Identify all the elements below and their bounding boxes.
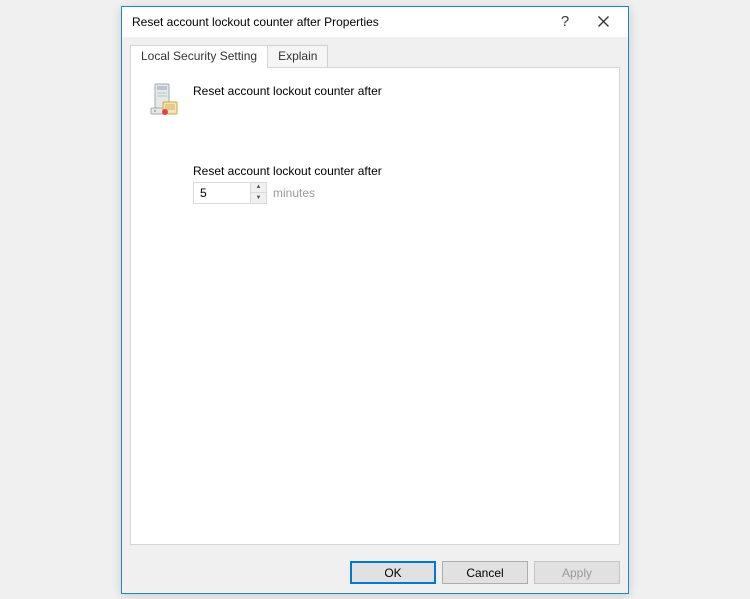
policy-name: Reset account lockout counter after	[193, 82, 382, 98]
spin-buttons: ▲ ▼	[250, 183, 266, 203]
apply-button: Apply	[534, 561, 620, 584]
setting-label: Reset account lockout counter after	[193, 164, 601, 178]
unit-label: minutes	[273, 186, 315, 200]
close-button[interactable]	[584, 8, 622, 36]
cancel-button[interactable]: Cancel	[442, 561, 528, 584]
tab-explain[interactable]: Explain	[268, 45, 328, 67]
tab-panel: Reset account lockout counter after Rese…	[130, 67, 620, 545]
spin-up-button[interactable]: ▲	[251, 183, 266, 194]
client-area: Local Security Setting Explain	[122, 37, 628, 553]
minutes-input[interactable]	[194, 183, 250, 203]
properties-dialog: Reset account lockout counter after Prop…	[121, 6, 629, 594]
minutes-spinner: ▲ ▼	[193, 182, 267, 204]
security-policy-icon	[149, 82, 181, 118]
titlebar: Reset account lockout counter after Prop…	[122, 7, 628, 37]
dialog-title: Reset account lockout counter after Prop…	[132, 15, 546, 29]
policy-header: Reset account lockout counter after	[149, 82, 601, 118]
tab-local-security-setting[interactable]: Local Security Setting	[130, 45, 268, 68]
help-button[interactable]: ?	[546, 8, 584, 36]
close-icon	[598, 16, 609, 27]
ok-button[interactable]: OK	[350, 561, 436, 584]
spin-down-button[interactable]: ▼	[251, 193, 266, 203]
dialog-footer: OK Cancel Apply	[122, 553, 628, 593]
spinner-row: ▲ ▼ minutes	[193, 182, 601, 204]
tabstrip: Local Security Setting Explain	[130, 45, 620, 67]
